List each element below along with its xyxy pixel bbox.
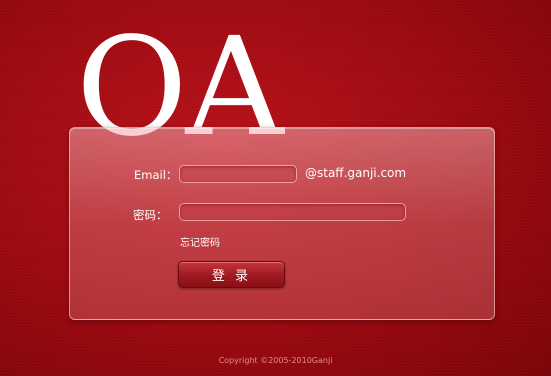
login-button[interactable]: 登 录 <box>178 261 285 288</box>
copyright-text: Copyright ©2005-2010Ganji <box>218 356 333 365</box>
email-input[interactable] <box>179 165 297 183</box>
password-label: 密码： <box>133 208 168 222</box>
login-panel <box>69 127 495 320</box>
login-page: OA Email： @staff.ganji.com 密码： 忘记密码 登 录 … <box>0 0 551 376</box>
password-input[interactable] <box>179 203 406 221</box>
email-domain-suffix: @staff.ganji.com <box>305 166 407 180</box>
email-label: Email： <box>134 168 178 182</box>
forgot-password-link[interactable]: 忘记密码 <box>180 234 220 249</box>
